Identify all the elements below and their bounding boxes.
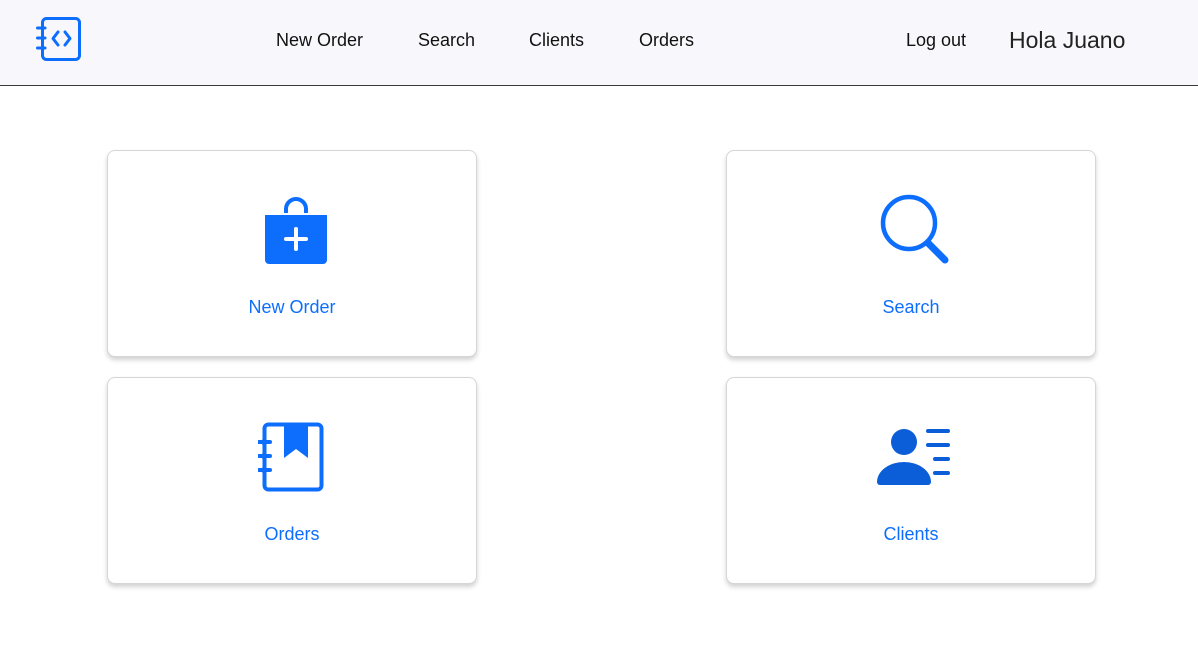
top-navbar: New Order Search Clients Orders Log out …: [0, 0, 1198, 86]
nav-orders[interactable]: Orders: [639, 30, 694, 51]
tile-new-order[interactable]: New Order: [107, 150, 477, 357]
person-lines-icon: [877, 429, 950, 485]
logout-link[interactable]: Log out: [906, 30, 966, 51]
shopping-bag-plus-icon: [265, 197, 327, 264]
tile-orders-label: Orders: [264, 524, 320, 544]
home-logo-button[interactable]: [36, 16, 82, 62]
tile-search[interactable]: Search: [726, 150, 1096, 357]
tile-search-label: Search: [882, 297, 940, 317]
notebook-code-icon: [36, 17, 81, 61]
tile-clients[interactable]: Clients: [726, 377, 1096, 584]
user-greeting: Hola Juano: [1009, 27, 1126, 53]
nav-new-order[interactable]: New Order: [276, 30, 363, 51]
tile-new-order-label: New Order: [248, 297, 336, 317]
notebook-bookmark-icon: [258, 422, 324, 492]
magnifying-glass-icon: [880, 194, 949, 264]
tile-orders[interactable]: Orders: [107, 377, 477, 584]
nav-search[interactable]: Search: [418, 30, 475, 51]
nav-clients[interactable]: Clients: [529, 30, 584, 51]
tile-clients-label: Clients: [883, 524, 939, 544]
